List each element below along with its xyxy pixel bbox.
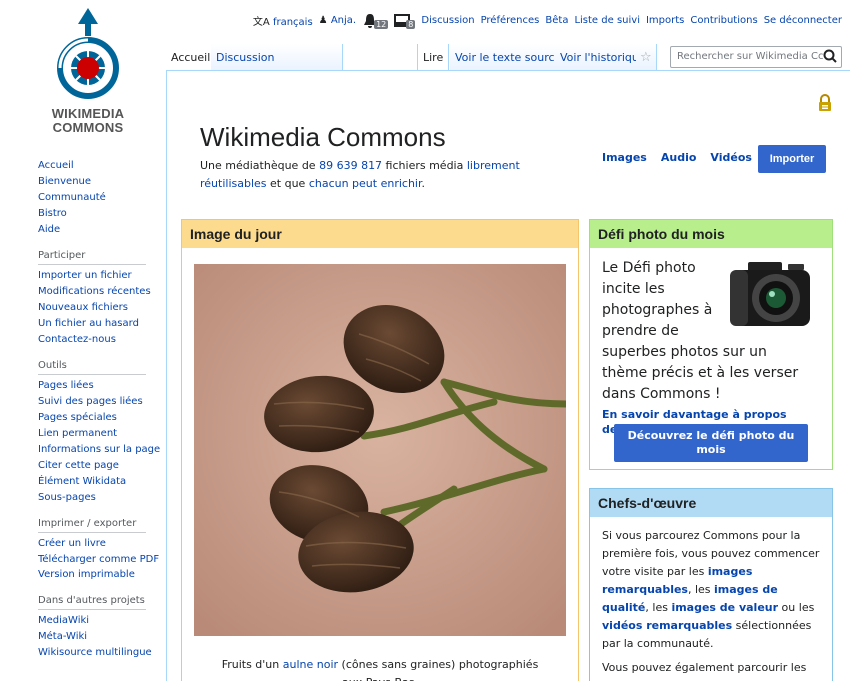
watch-star-icon[interactable]: ☆: [636, 44, 657, 70]
personal-link-discussion[interactable]: Discussion: [421, 15, 474, 26]
masterpieces-box: Chefs-d'œuvre Si vous parcourez Commons …: [589, 488, 833, 681]
sidebar-item-contact[interactable]: Contactez-nous: [38, 332, 162, 348]
sidebar-item-wikisource[interactable]: Wikisource multilingue: [38, 645, 162, 661]
personal-link-watchlist[interactable]: Liste de suivi: [574, 15, 640, 26]
chefs-body: Si vous parcourez Commons pour la premiè…: [602, 527, 820, 677]
camera-icon: [730, 262, 810, 326]
alerts-count: 12: [374, 20, 389, 29]
tab-accueil[interactable]: Accueil: [166, 44, 217, 70]
sidebar-item-permanent-link[interactable]: Lien permanent: [38, 426, 162, 442]
photo-challenge-box: Défi photo du mois Le Défi photo incite …: [589, 219, 833, 470]
tab-discussion[interactable]: Discussion: [211, 44, 343, 70]
content-top-border: [166, 70, 850, 71]
media-type-links: Images Audio Vidéos: [602, 151, 752, 164]
page-subtitle: Une médiathèque de 89 639 817 fichiers m…: [200, 159, 520, 190]
personal-link-imports[interactable]: Imports: [646, 15, 684, 26]
potd-heading: Image du jour: [182, 220, 578, 248]
sidebar-item-what-links-here[interactable]: Pages liées: [38, 378, 162, 394]
sidebar-item-accueil[interactable]: Accueil: [38, 158, 162, 174]
personal-link-beta[interactable]: Bêta: [545, 15, 568, 26]
sidebar-item-bistro[interactable]: Bistro: [38, 206, 162, 222]
sidebar-item-random-file[interactable]: Un fichier au hasard: [38, 316, 162, 332]
page-tabs: Accueil Discussion Lire Voir le texte so…: [166, 44, 842, 70]
sidebar-item-printable[interactable]: Version imprimable: [38, 567, 162, 583]
defi-heading: Défi photo du mois: [590, 220, 832, 248]
sidebar-outils: Pages liées Suivi des pages liées Pages …: [38, 378, 162, 506]
tab-read[interactable]: Lire: [417, 44, 450, 70]
images-link[interactable]: Images: [602, 151, 647, 164]
logo-wordmark-2: COMMONS: [52, 120, 124, 135]
sidebar-item-cite[interactable]: Citer cette page: [38, 458, 162, 474]
audio-link[interactable]: Audio: [661, 151, 697, 164]
chefs-heading: Chefs-d'œuvre: [590, 489, 832, 517]
personal-link-contributions[interactable]: Contributions: [690, 15, 757, 26]
site-logo[interactable]: WIKIMEDIA COMMONS: [40, 6, 136, 136]
content-left-border: [166, 44, 167, 681]
user-link[interactable]: ♟ Anja.: [319, 15, 356, 26]
sidebar-participer: Importer un fichier Modifications récent…: [38, 268, 162, 348]
logo-wordmark-1: WIKIMEDIA: [51, 106, 125, 121]
sidebar-item-bienvenue[interactable]: Bienvenue: [38, 174, 162, 190]
file-count-link[interactable]: 89 639 817: [319, 159, 382, 172]
sidebar-main: Accueil Bienvenue Communauté Bistro Aide: [38, 158, 162, 238]
sidebar-item-subpages[interactable]: Sous-pages: [38, 490, 162, 506]
notices-count: 8: [406, 20, 416, 29]
protected-lock-icon[interactable]: [818, 94, 832, 112]
discover-challenge-button[interactable]: Découvrez le défi photo du mois: [614, 424, 808, 462]
featured-videos-link[interactable]: vidéos remarquables: [602, 619, 732, 632]
picture-of-the-day-box: Image du jour Fruits d'un aulne noir (cô…: [181, 219, 579, 681]
search-placeholder: Rechercher sur Wikimedia Cc: [677, 51, 824, 62]
translate-icon: 文A: [252, 17, 270, 28]
search-icon[interactable]: [823, 49, 837, 63]
anyone-can-contribute-link[interactable]: chacun peut enrichir: [309, 177, 422, 190]
chefs-paragraph-1: Si vous parcourez Commons pour la premiè…: [602, 529, 820, 650]
sidebar-item-special-pages[interactable]: Pages spéciales: [38, 410, 162, 426]
chefs-paragraph-2: Vous pouvez également parcourir les: [602, 661, 807, 674]
personal-link-preferences[interactable]: Préférences: [481, 15, 540, 26]
tab-view-source[interactable]: Voir le texte source: [450, 44, 568, 70]
notices-button[interactable]: 8: [394, 12, 416, 29]
black-alder-link[interactable]: aulne noir: [283, 658, 338, 671]
sidebar-item-communaute[interactable]: Communauté: [38, 190, 162, 206]
personal-link-logout[interactable]: Se déconnecter: [764, 15, 842, 26]
valued-images-link[interactable]: images de valeur: [671, 601, 778, 614]
portal-heading-projets: Dans d'autres projets: [38, 595, 146, 610]
user-icon: ♟: [318, 15, 328, 26]
sidebar-item-new-files[interactable]: Nouveaux fichiers: [38, 300, 162, 316]
sidebar-item-meta-wiki[interactable]: Méta-Wiki: [38, 629, 162, 645]
sidebar-item-download-pdf[interactable]: Télécharger comme PDF: [38, 552, 162, 567]
upload-button[interactable]: Importer: [758, 145, 826, 173]
sidebar-item-wikidata[interactable]: Élément Wikidata: [38, 474, 162, 490]
alerts-button[interactable]: 12: [362, 12, 389, 29]
personal-tools: 文A français ♟ Anja. 12 8 Discussion Préf…: [253, 12, 842, 29]
sidebar-item-related-changes[interactable]: Suivi des pages liées: [38, 394, 162, 410]
sidebar-item-aide[interactable]: Aide: [38, 222, 162, 238]
sidebar-imprimer: Créer un livre Télécharger comme PDF Ver…: [38, 536, 162, 583]
sidebar-item-mediawiki[interactable]: MediaWiki: [38, 613, 162, 629]
sidebar-item-upload[interactable]: Importer un fichier: [38, 268, 162, 284]
sidebar-item-page-info[interactable]: Informations sur la page: [38, 442, 162, 458]
potd-caption: Fruits d'un aulne noir (cônes sans grain…: [221, 658, 539, 681]
sidebar-projets: MediaWiki Méta-Wiki Wikisource multiling…: [38, 613, 162, 661]
portal-heading-participer: Participer: [38, 250, 146, 265]
portal-heading-outils: Outils: [38, 360, 146, 375]
language-link[interactable]: français: [273, 17, 313, 28]
language-selector[interactable]: 文A français: [253, 13, 313, 28]
sidebar-item-create-book[interactable]: Créer un livre: [38, 536, 162, 552]
videos-link[interactable]: Vidéos: [710, 151, 752, 164]
portal-heading-imprimer: Imprimer / exporter: [38, 518, 146, 533]
defi-body: Le Défi photo incite les photographes à …: [602, 258, 812, 437]
sidebar-item-recent-changes[interactable]: Modifications récentes: [38, 284, 162, 300]
sidebar: Accueil Bienvenue Communauté Bistro Aide…: [38, 158, 162, 661]
potd-image[interactable]: [194, 264, 566, 636]
page-title: Wikimedia Commons: [200, 122, 446, 152]
commons-logo-icon: [57, 8, 119, 99]
search-input[interactable]: Rechercher sur Wikimedia Cc: [670, 46, 842, 68]
